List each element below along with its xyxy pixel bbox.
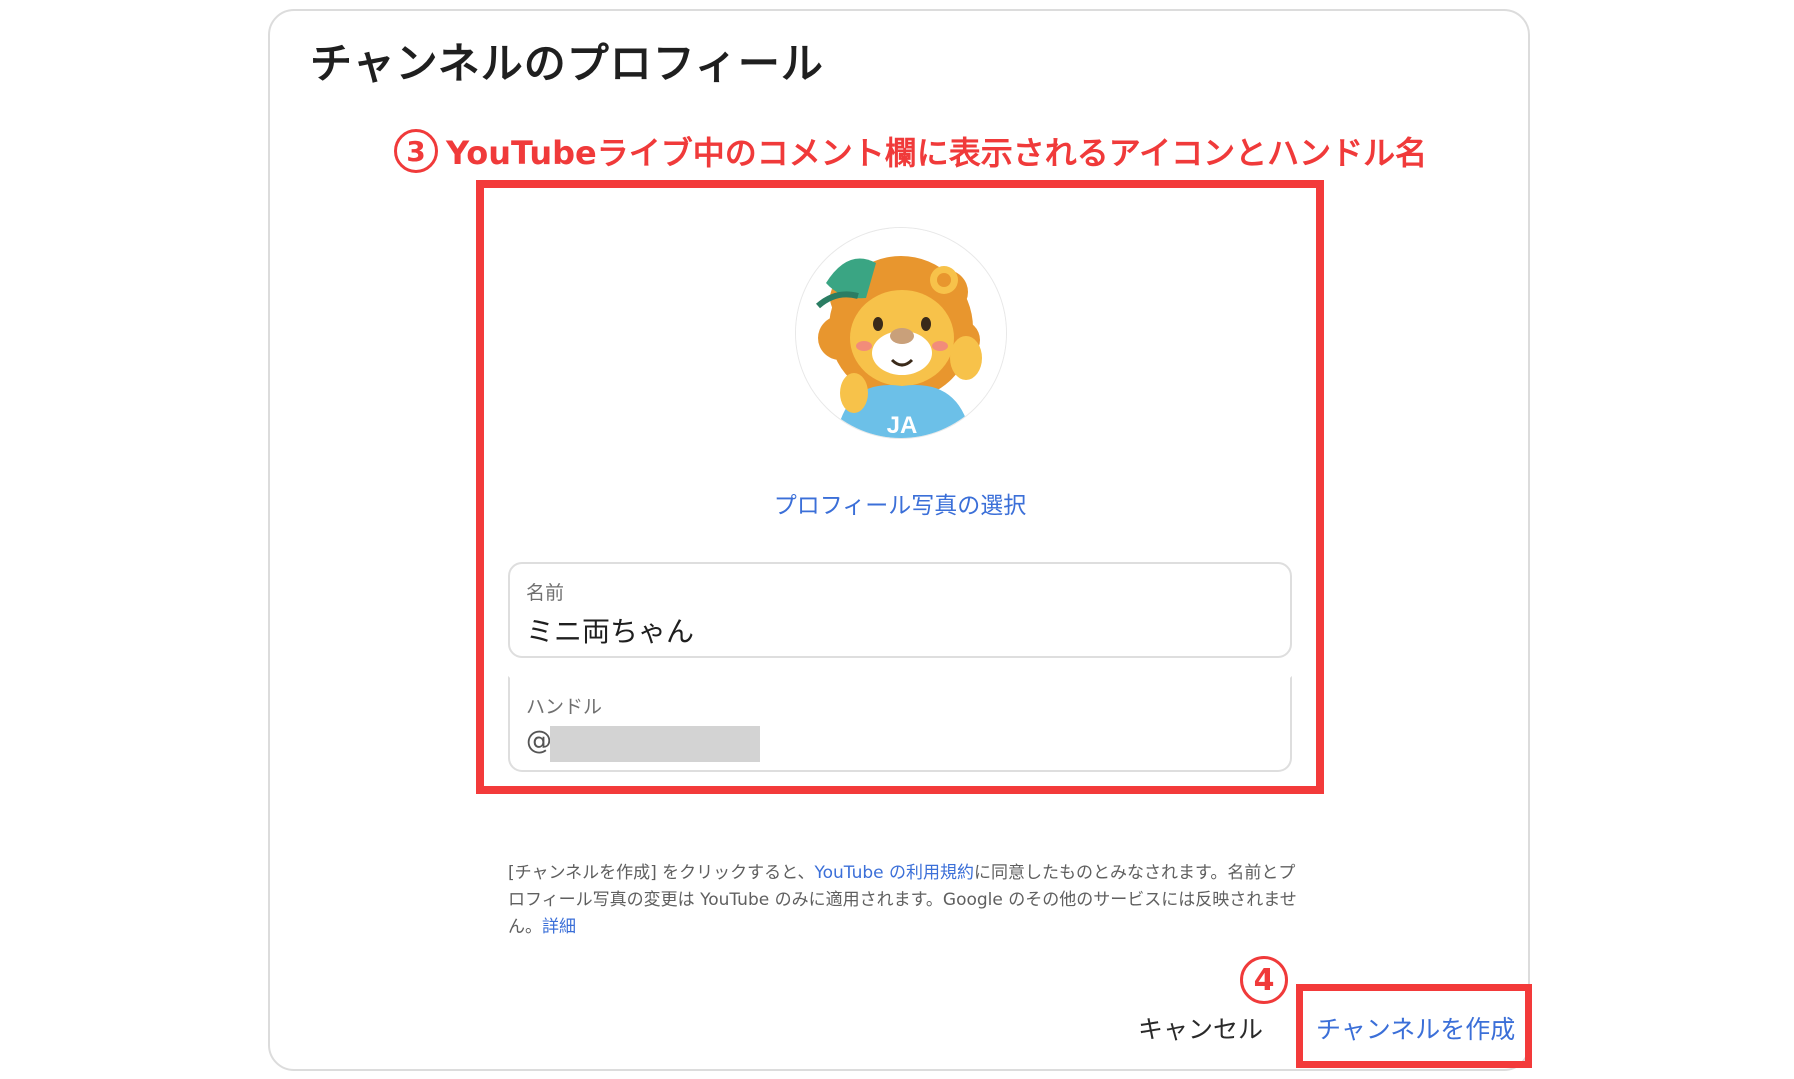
handle-field[interactable]: ハンドル @ [508,676,1292,772]
create-channel-button[interactable]: チャンネルを作成 [1316,1010,1515,1046]
handle-input-redacted[interactable] [550,726,760,762]
dialog-title: チャンネルのプロフィール [310,39,824,88]
handle-label: ハンドル [526,696,603,718]
step4-badge: 4 [1240,956,1288,1004]
learn-more-link[interactable]: 詳細 [542,917,576,937]
lion-mascot-icon: JA [796,228,1006,438]
svg-text:JA: JA [887,412,918,438]
name-input[interactable]: ミニ両ちゃん [526,610,694,650]
terms-of-service-link[interactable]: YouTube の利用規約 [814,863,974,883]
annotation-step3: 3 YouTubeライブ中のコメント欄に表示されるアイコンとハンドル名 [394,124,1427,178]
step3-badge: 3 [394,129,438,173]
step3-text: YouTubeライブ中のコメント欄に表示されるアイコンとハンドル名 [446,134,1428,172]
select-profile-photo-link[interactable]: プロフィール写真の選択 [700,486,1100,520]
name-label: 名前 [526,582,565,604]
terms-part1: [チャンネルを作成] をクリックすると、 [508,863,815,883]
terms-text: [チャンネルを作成] をクリックすると、YouTube の利用規約に同意したもの… [508,860,1298,941]
annotation-step4: 4 [1240,956,1296,1004]
name-field[interactable]: 名前 ミニ両ちゃん [508,562,1292,658]
avatar[interactable]: JA [795,227,1007,439]
handle-prefix: @ [526,726,552,756]
cancel-button[interactable]: キャンセル [1138,1010,1263,1046]
